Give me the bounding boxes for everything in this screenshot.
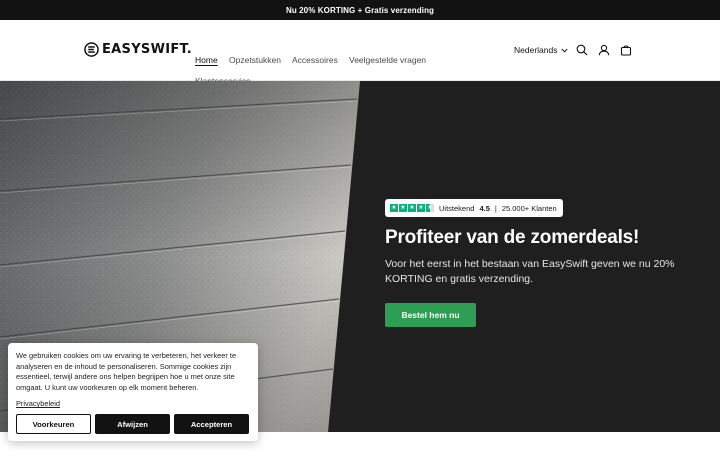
trustpilot-stars: ★ ★ ★ ★ ★ — [390, 204, 434, 212]
trustpilot-rating-label: Uitstekend — [439, 203, 475, 213]
logo-mark-icon — [84, 42, 99, 57]
trustpilot-separator: | — [494, 203, 497, 213]
nav-accessoires[interactable]: Accessoires — [292, 55, 338, 65]
cookie-reject-button[interactable]: Afwijzen — [95, 414, 170, 434]
cookie-buttons: Voorkeuren Afwijzen Accepteren — [16, 414, 249, 434]
language-selector[interactable]: Nederlands — [514, 45, 569, 55]
brand-logo[interactable]: EASYSWIFT. — [84, 42, 192, 57]
trustpilot-star-icon: ★ — [426, 204, 434, 212]
nav-faq[interactable]: Veelgestelde vragen — [349, 55, 426, 65]
announcement-bar: Nu 20% KORTING + Gratis verzending — [0, 0, 720, 20]
trustpilot-rating: 4.5 — [479, 203, 490, 213]
search-button[interactable] — [575, 43, 589, 57]
cart-icon — [620, 45, 632, 56]
trustpilot-badge[interactable]: ★ ★ ★ ★ ★ Uitstekend 4.5 | 25.000+ Klant… — [385, 199, 563, 217]
hero-content: ★ ★ ★ ★ ★ Uitstekend 4.5 | 25.000+ Klant… — [385, 196, 695, 327]
cookie-preferences-button[interactable]: Voorkeuren — [16, 414, 91, 434]
language-label: Nederlands — [514, 45, 558, 55]
hero-title: Profiteer van de zomerdeals! — [385, 227, 640, 248]
cookie-banner: We gebruiken cookies om uw ervaring te v… — [8, 343, 258, 441]
trustpilot-star-icon: ★ — [408, 204, 416, 212]
hero-text: Voor het eerst in het bestaan van EasySw… — [385, 258, 675, 285]
trustpilot-star-icon: ★ — [399, 204, 407, 212]
site-header: EASYSWIFT. Home Opzetstukken Accessoires… — [0, 20, 720, 86]
brand-name: EASYSWIFT. — [102, 42, 192, 57]
nav-opzetstukken[interactable]: Opzetstukken — [229, 55, 281, 65]
account-button[interactable] — [597, 43, 611, 57]
chevron-down-icon — [561, 48, 569, 53]
trustpilot-customers: 25.000+ Klanten — [501, 203, 557, 213]
order-now-button[interactable]: Bestel hem nu — [385, 303, 476, 327]
privacy-policy-link[interactable]: Privacybeleid — [16, 399, 60, 408]
trustpilot-star-icon: ★ — [417, 204, 425, 212]
account-icon — [598, 44, 610, 56]
cart-button[interactable] — [619, 43, 633, 57]
nav-home[interactable]: Home — [195, 55, 218, 65]
cookie-text: We gebruiken cookies om uw ervaring te v… — [16, 351, 237, 392]
trustpilot-star-icon: ★ — [390, 204, 398, 212]
search-icon — [576, 44, 588, 56]
announcement-text: Nu 20% KORTING + Gratis verzending — [285, 5, 435, 15]
cookie-accept-button[interactable]: Accepteren — [174, 414, 249, 434]
